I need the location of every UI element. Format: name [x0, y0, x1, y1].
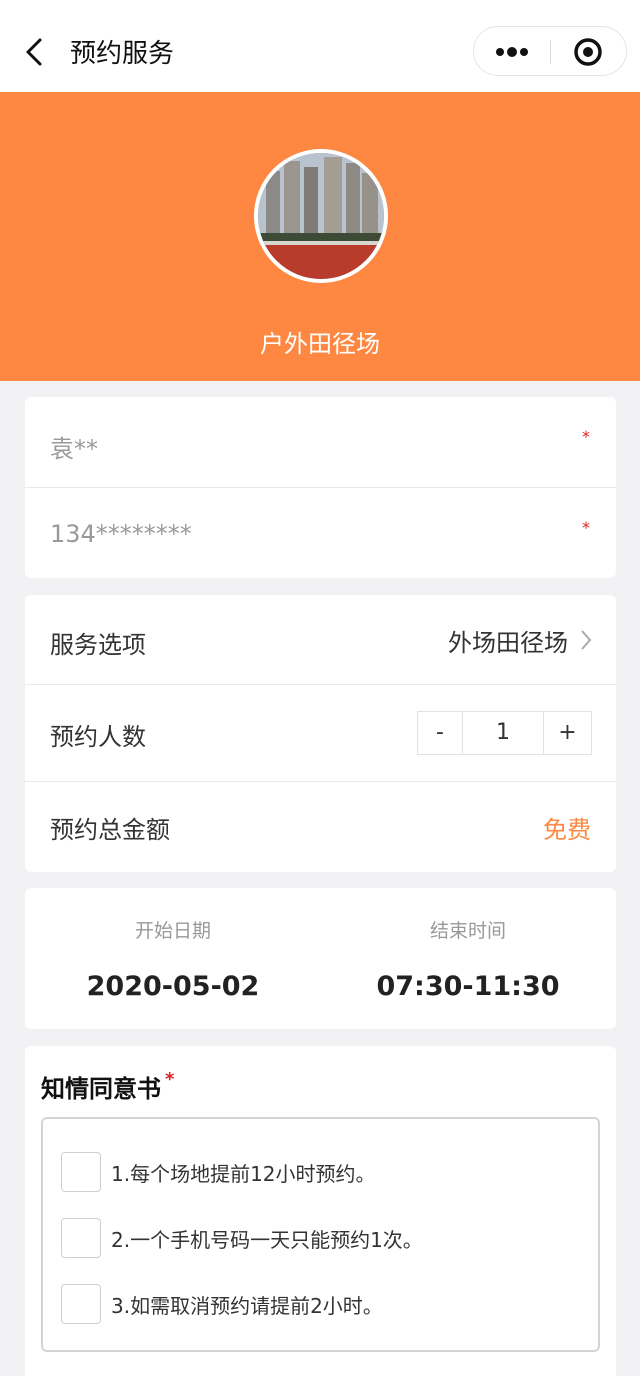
required-mark: *: [165, 1069, 175, 1090]
required-mark: *: [582, 518, 590, 537]
end-time-value: 07:30-11:30: [376, 971, 560, 1002]
page-title: 预约服务: [70, 39, 175, 69]
checkbox-icon[interactable]: [61, 1152, 101, 1192]
mini-program-capsule: [473, 26, 627, 76]
people-count-label: 预约人数: [50, 723, 146, 751]
total-amount-value: 免费: [543, 816, 591, 844]
increment-button[interactable]: +: [543, 712, 591, 754]
more-icon[interactable]: [492, 40, 532, 64]
phone-field-row[interactable]: 134******** *: [25, 488, 616, 578]
people-count-value[interactable]: 1: [462, 712, 544, 754]
phone-field[interactable]: 134********: [50, 520, 192, 548]
consent-box: 1.每个场地提前12小时预约。 2.一个手机号码一天只能预约1次。 3.如需取消…: [41, 1117, 600, 1352]
end-time-label: 结束时间: [429, 920, 506, 942]
consent-item-text: 2.一个手机号码一天只能预约1次。: [111, 1228, 423, 1252]
required-mark: *: [582, 427, 590, 446]
total-amount-row: 预约总金额 免费: [25, 782, 616, 872]
service-card: 服务选项 外场田径场 预约人数 - 1 + 预约总金额 免费: [25, 595, 616, 872]
service-option-value[interactable]: 外场田径场: [448, 623, 568, 658]
venue-name: 户外田径场: [260, 330, 380, 358]
name-field[interactable]: 袁**: [50, 429, 98, 464]
consent-card: 知情同意书 * 1.每个场地提前12小时预约。 2.一个手机号码一天只能预约1次。…: [25, 1046, 616, 1376]
contact-card: 袁** * 134******** *: [25, 397, 616, 578]
consent-item-text: 1.每个场地提前12小时预约。: [111, 1162, 376, 1186]
venue-banner: 户外田径场: [0, 92, 640, 381]
back-icon[interactable]: [22, 36, 50, 68]
consent-item-text: 3.如需取消预约请提前2小时。: [111, 1294, 383, 1318]
service-option-label: 服务选项: [50, 631, 146, 659]
start-date-label: 开始日期: [134, 920, 211, 942]
name-field-row[interactable]: 袁** *: [25, 397, 616, 487]
venue-photo: [254, 149, 388, 283]
start-date-value: 2020-05-02: [86, 971, 260, 1002]
schedule-card: 开始日期 2020-05-02 结束时间 07:30-11:30: [25, 888, 616, 1029]
decrement-button[interactable]: -: [418, 712, 463, 754]
service-option-row[interactable]: 服务选项 外场田径场: [25, 595, 616, 684]
total-amount-label: 预约总金额: [50, 816, 170, 844]
checkbox-icon[interactable]: [61, 1284, 101, 1324]
capsule-divider: [550, 40, 551, 64]
chevron-right-icon[interactable]: [580, 629, 592, 651]
nav-bar: 预约服务: [0, 0, 640, 92]
venue-photo-image: [258, 153, 384, 279]
consent-title: 知情同意书 *: [41, 1069, 174, 1104]
quantity-stepper: - 1 +: [417, 711, 592, 755]
target-icon[interactable]: [572, 36, 604, 68]
consent-title-text: 知情同意书: [41, 1075, 161, 1103]
checkbox-icon[interactable]: [61, 1218, 101, 1258]
